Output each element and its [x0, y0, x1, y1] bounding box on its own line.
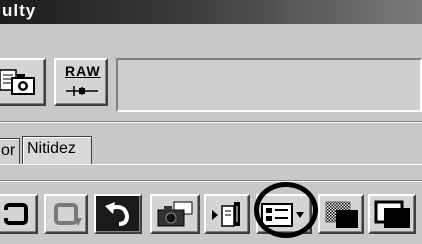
- camera-with-document-icon: [0, 69, 35, 95]
- export-button[interactable]: [204, 194, 250, 234]
- camera-icon: [157, 201, 193, 227]
- title-bar: ulty: [0, 0, 422, 24]
- separator-top: [0, 121, 422, 123]
- undo-button[interactable]: [94, 194, 142, 234]
- camera-document-button[interactable]: [0, 58, 46, 106]
- tab-color-label: or: [1, 142, 16, 159]
- dark-view-button[interactable]: [368, 194, 416, 234]
- tab-bar: or Nitidez: [0, 132, 422, 168]
- raw-settings-icon: [66, 86, 98, 96]
- top-toolbar: RAW: [0, 24, 422, 112]
- rotate-left-icon: [2, 203, 28, 225]
- pattern-view-button[interactable]: [318, 194, 364, 234]
- highlight-circle: [254, 182, 318, 238]
- tab-nitidez[interactable]: Nitidez: [22, 136, 92, 164]
- tab-color[interactable]: or: [0, 138, 20, 164]
- pattern-view-icon: [325, 201, 358, 228]
- camera-button[interactable]: [150, 194, 200, 234]
- export-icon: [212, 202, 240, 227]
- undo-icon: [105, 202, 130, 226]
- raw-button[interactable]: RAW: [54, 58, 108, 106]
- dark-view-icon: [374, 200, 410, 228]
- bottom-toolbar: [0, 186, 422, 244]
- rotate-right-button[interactable]: [44, 194, 88, 234]
- rotate-right-icon: [54, 203, 82, 226]
- tab-underline: [0, 164, 422, 165]
- preview-panel: [116, 58, 422, 112]
- tab-nitidez-label: Nitidez: [27, 140, 76, 157]
- window-title: ulty: [2, 1, 37, 20]
- raw-label: RAW: [65, 63, 101, 79]
- separator-bottom: [0, 180, 422, 182]
- rotate-left-button[interactable]: [0, 194, 38, 234]
